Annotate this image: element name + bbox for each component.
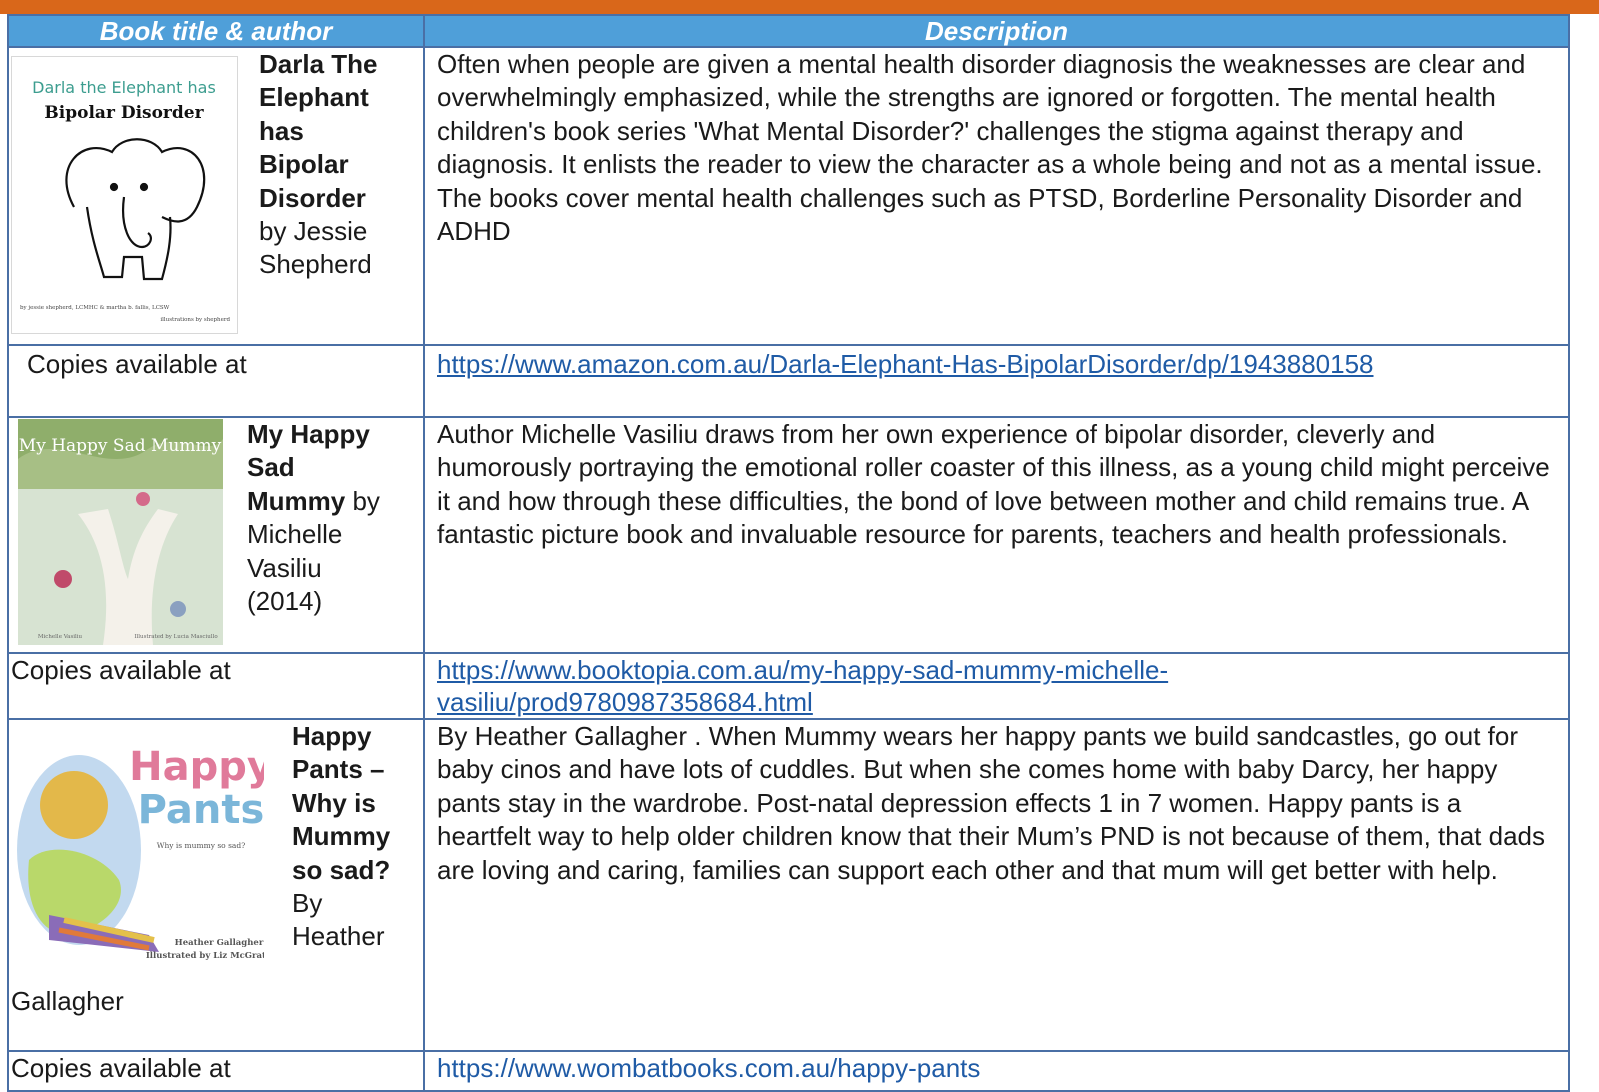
book-title-line: Sad: [247, 452, 295, 483]
elephant-cover-art: Darla the Elephant has Bipolar Disorder …: [20, 78, 230, 323]
copies-row: Copies available at https://www.wombatbo…: [7, 1050, 1570, 1092]
cover-title-line2: Bipolar Disorder: [44, 103, 204, 123]
booktopia-link-line1[interactable]: https://www.booktopia.com.au/my-happy-sa…: [437, 655, 1168, 685]
cover-subtitle: Why is mummy so sad?: [157, 841, 245, 850]
book-author-tail: Gallagher: [11, 986, 124, 1016]
book-title-cell: Happy Pants Why is mummy so sad? Heather…: [7, 718, 425, 1052]
book-author-line: Michelle: [247, 519, 343, 550]
book-title-line: Happy: [292, 721, 372, 751]
booktopia-link-line2[interactable]: vasiliu/prod9780987358684.html: [437, 687, 813, 717]
column-header-title: Book title & author: [7, 14, 425, 48]
book-author-line: Heather: [292, 921, 385, 952]
book-title-line: has: [259, 115, 304, 146]
book-title-author: Happy Pants – Why is Mummy so sad? By He…: [292, 720, 422, 954]
book-table: Book title & author Description Darla th…: [7, 14, 1570, 1092]
copies-label: Copies available at: [7, 652, 425, 720]
wombatbooks-link[interactable]: https://www.wombatbooks.com.au/happy-pan…: [437, 1053, 980, 1083]
book-title-line: Mummy: [247, 485, 346, 516]
copies-link-cell: https://www.booktopia.com.au/my-happy-sa…: [423, 652, 1570, 720]
book-description: Often when people are given a mental hea…: [423, 46, 1570, 346]
cover-author: Heather Gallagher: [175, 938, 264, 948]
cover-credit-left: by jessie shepherd, LCMHC & martha b. fa…: [20, 305, 170, 311]
book-title-line: Mummy: [292, 821, 391, 852]
copies-label: Copies available at: [7, 1050, 425, 1092]
book-author-line: Shepherd: [259, 249, 372, 280]
book-title-cell: My Happy Sad Mummy Michelle Vasiliu Illu…: [7, 416, 425, 654]
table-header-row: Book title & author Description: [7, 14, 1570, 48]
book-title-author: My Happy Sad Mummy by Michelle Vasiliu (…: [247, 418, 422, 618]
book-description: By Heather Gallagher . When Mummy wears …: [423, 718, 1570, 1052]
book-title-line: Disorder: [259, 182, 366, 213]
book-title-line: Darla The: [259, 49, 378, 79]
book-title-author: Darla The Elephant has Bipolar Disorder …: [259, 48, 419, 282]
book-cover-image: My Happy Sad Mummy Michelle Vasiliu Illu…: [18, 419, 223, 645]
book-description: Author Michelle Vasiliu draws from her o…: [423, 416, 1570, 654]
book-row: Darla the Elephant has Bipolar Disorder …: [7, 46, 1570, 346]
book-row: My Happy Sad Mummy Michelle Vasiliu Illu…: [7, 416, 1570, 654]
book-title-line: Pants –: [292, 754, 385, 785]
book-author-line: by Jessie: [259, 216, 368, 247]
book-title-cell: Darla the Elephant has Bipolar Disorder …: [7, 46, 425, 346]
cover-title: My Happy Sad Mummy: [19, 436, 222, 456]
book-cover-image: Darla the Elephant has Bipolar Disorder …: [11, 56, 238, 334]
book-cover-image: Happy Pants Why is mummy so sad? Heather…: [9, 730, 264, 970]
copies-row: Copies available at https://www.amazon.c…: [7, 344, 1570, 418]
copies-label: Copies available at: [7, 344, 425, 418]
copies-link-cell: https://www.amazon.com.au/Darla-Elephant…: [423, 344, 1570, 418]
book-row: Happy Pants Why is mummy so sad? Heather…: [7, 718, 1570, 1052]
tree-cover-art: My Happy Sad Mummy Michelle Vasiliu Illu…: [18, 419, 223, 645]
cover-word-happy: Happy: [129, 744, 264, 790]
cover-author: Michelle Vasiliu: [38, 634, 83, 640]
elephant-icon: [65, 138, 206, 281]
book-title-line: My Happy: [247, 419, 370, 449]
cover-title-line1: Darla the Elephant has: [32, 78, 216, 97]
happy-pants-cover-art: Happy Pants Why is mummy so sad? Heather…: [17, 744, 264, 961]
amazon-link[interactable]: https://www.amazon.com.au/Darla-Elephant…: [437, 349, 1374, 379]
copies-row: Copies available at https://www.booktopi…: [7, 652, 1570, 720]
book-author-line: Vasiliu: [247, 552, 322, 583]
cover-credit-right: illustrations by shepherd: [160, 317, 230, 323]
cover-illustrator: Illustrated by Lucia Masciullo: [134, 634, 218, 640]
column-header-description: Description: [423, 14, 1570, 48]
book-title-line: Why is: [292, 787, 376, 818]
cover-word-pants: Pants: [138, 787, 264, 833]
cover-illustrator: Illustrated by Liz McGrath: [146, 951, 264, 961]
copies-link-cell: https://www.wombatbooks.com.au/happy-pan…: [423, 1050, 1570, 1092]
book-author-line: By: [292, 888, 323, 919]
book-title-line: Elephant: [259, 82, 369, 113]
top-accent-bar: [0, 0, 1599, 14]
book-title-line: so sad?: [292, 854, 391, 885]
book-author-line: (2014): [247, 586, 323, 617]
book-title-line: Bipolar: [259, 149, 349, 180]
book-author-by: by: [345, 485, 380, 516]
